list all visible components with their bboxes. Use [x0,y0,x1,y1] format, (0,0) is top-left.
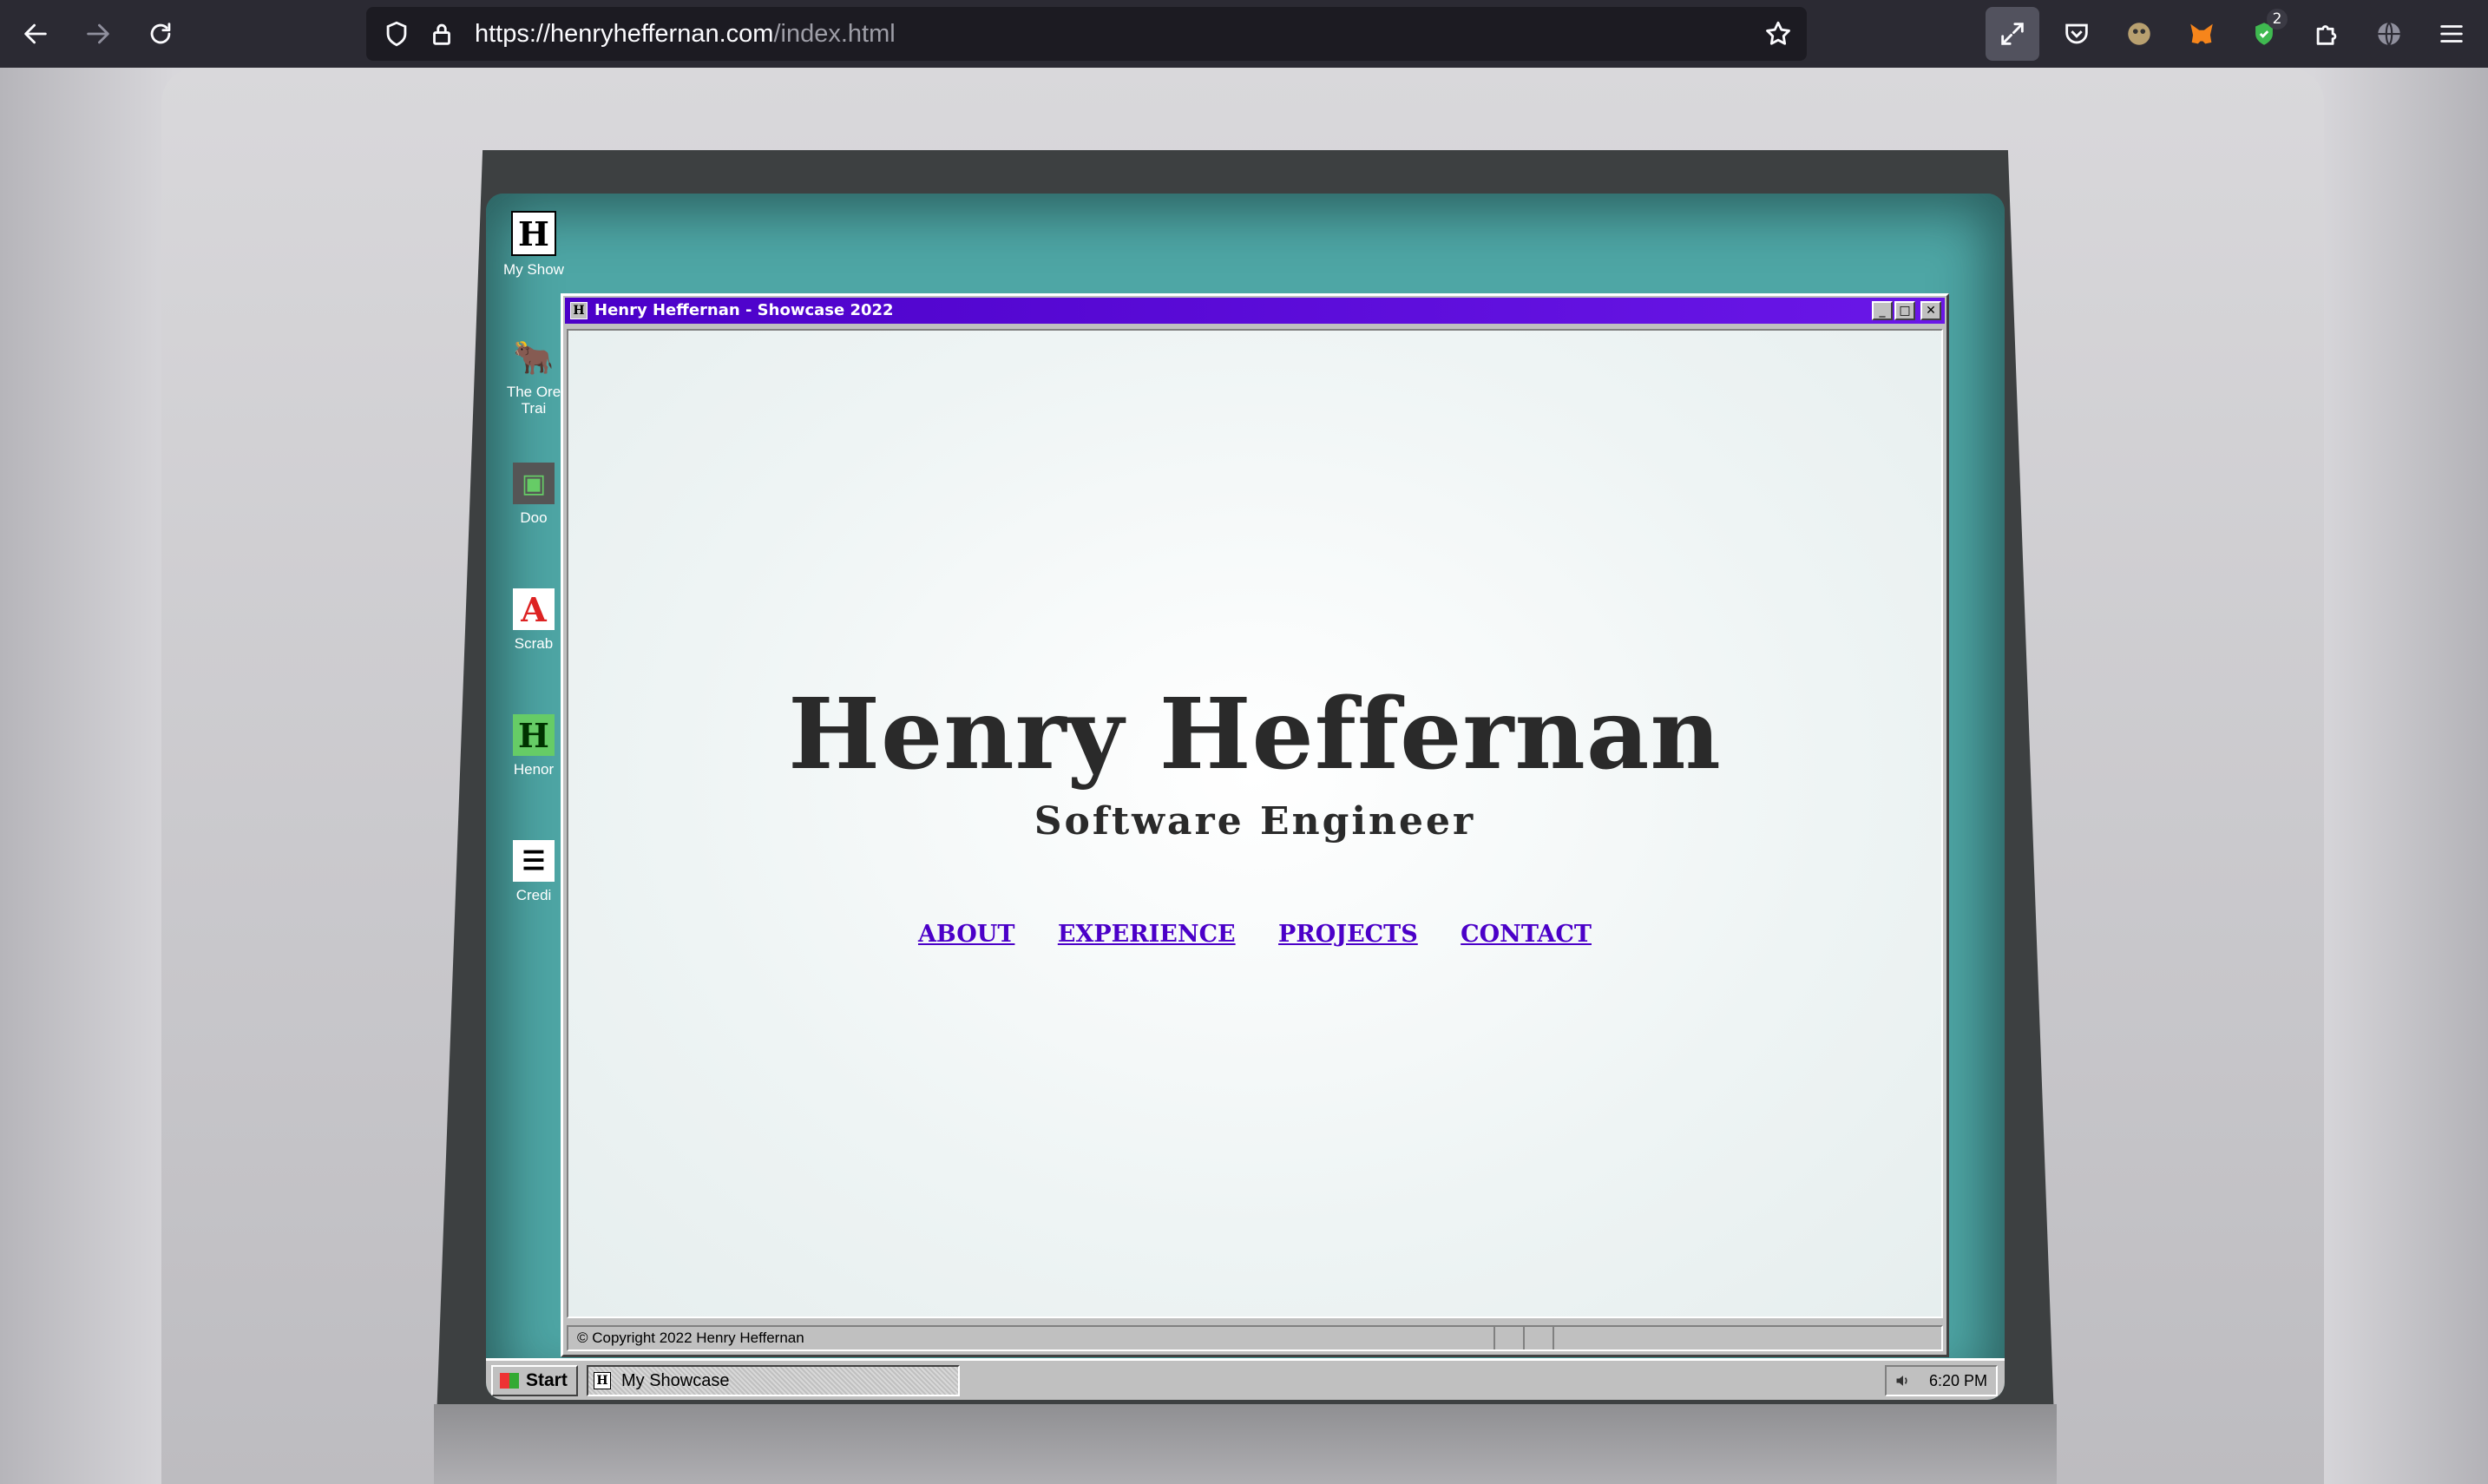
hamburger-menu-icon [2440,25,2463,43]
nav-link-experience[interactable]: EXPERIENCE [1058,921,1236,948]
forward-button[interactable] [76,12,120,56]
henordle-icon: H [513,714,555,756]
back-arrow-icon [24,23,47,44]
window-titlebar[interactable]: H Henry Heffernan - Showcase 2022 _ □ ✕ [565,298,1945,324]
nav-link-contact[interactable]: CONTACT [1461,921,1592,948]
hero-subtitle: Software Engineer [1034,799,1476,844]
window-content: Henry Heffernan Software Engineer ABOUT … [567,329,1943,1318]
metamask-button[interactable] [2180,12,2223,56]
close-button[interactable]: ✕ [1920,301,1941,320]
showcase-task-icon: H [594,1372,611,1389]
tracking-shield-icon[interactable] [382,19,411,49]
monitor-base-shadow [434,1404,2057,1484]
extension-face-button[interactable] [2117,12,2161,56]
reload-icon [150,23,171,44]
shield-extension-button[interactable]: 2 [2242,9,2288,56]
doom-icon: ▣ [513,463,555,504]
reload-button[interactable] [139,12,182,56]
expand-arrows-icon [2001,23,2024,45]
copyright-text: © Copyright 2022 Henry Heffernan [577,1330,804,1346]
window-app-icon: H [570,302,588,319]
status-divider [1523,1327,1554,1349]
menu-button[interactable] [2430,12,2473,56]
win95-taskbar: Start H My Showcase 6:20 PM [486,1358,2005,1400]
browser-toolbar: https://henryheffernan.com/index.html 2 [0,0,2488,68]
back-button[interactable] [14,12,57,56]
minimize-button[interactable]: _ [1872,301,1893,320]
status-divider [1493,1327,1525,1349]
url-text[interactable]: https://henryheffernan.com/index.html [475,7,896,61]
metamask-fox-icon [2190,23,2213,44]
globe-icon [2378,22,2400,46]
main-nav: ABOUT EXPERIENCE PROJECTS CONTACT [568,921,1941,948]
window-title: Henry Heffernan - Showcase 2022 [594,301,894,319]
status-divider [1553,1327,1584,1349]
showcase-h-icon: H [511,211,556,256]
url-host: https://henryheffernan.com [475,20,774,48]
extension-face-icon [2128,23,2150,45]
pocket-button[interactable] [2055,12,2098,56]
maximize-button[interactable]: □ [1894,301,1915,320]
puzzle-icon [2316,25,2337,45]
pocket-icon [2065,23,2088,44]
taskbar-item-my-showcase[interactable]: H My Showcase [587,1365,960,1396]
crt-screen: H My Show 🐂 The Ore Trai ▣ Doo A Scrab H… [486,194,2005,1400]
start-label: Start [526,1370,568,1390]
bookmark-star-icon[interactable] [1763,19,1793,49]
window-controls: _ □ ✕ [1872,301,1941,320]
url-path: /index.html [773,20,896,48]
address-bar[interactable]: https://henryheffernan.com/index.html [366,7,1807,61]
extensions-button[interactable] [2305,12,2348,56]
nav-link-projects[interactable]: PROJECTS [1278,921,1418,948]
desktop-icon-my-showcase[interactable]: H My Show [486,211,581,278]
oregon-trail-wagon-icon: 🐂 [513,338,555,377]
scrabble-tile-icon: A [513,588,555,630]
hero-name: Henry Heffernan [788,678,1722,791]
showcase-window[interactable]: H Henry Heffernan - Showcase 2022 _ □ ✕ … [561,293,1949,1357]
start-button[interactable]: Start [491,1365,578,1396]
lock-icon[interactable] [427,19,456,49]
clock: 6:20 PM [1928,1372,1987,1389]
nav-link-about[interactable]: ABOUT [918,921,1014,948]
vpn-button[interactable] [2367,12,2411,56]
viewport-scene: H My Show 🐂 The Ore Trai ▣ Doo A Scrab H… [0,68,2488,1484]
extension-badge: 2 [2267,9,2288,30]
system-tray: 6:20 PM [1885,1365,1998,1396]
window-statusbar: © Copyright 2022 Henry Heffernan [567,1325,1943,1351]
task-label: My Showcase [621,1371,730,1390]
fullscreen-button[interactable] [1986,7,2039,61]
speaker-icon[interactable] [1894,1372,1913,1389]
credits-document-icon: ☰ [513,840,555,882]
windows-logo-icon [500,1373,519,1389]
forward-arrow-icon [87,23,109,44]
desktop-icon-label: My Show [503,261,564,278]
